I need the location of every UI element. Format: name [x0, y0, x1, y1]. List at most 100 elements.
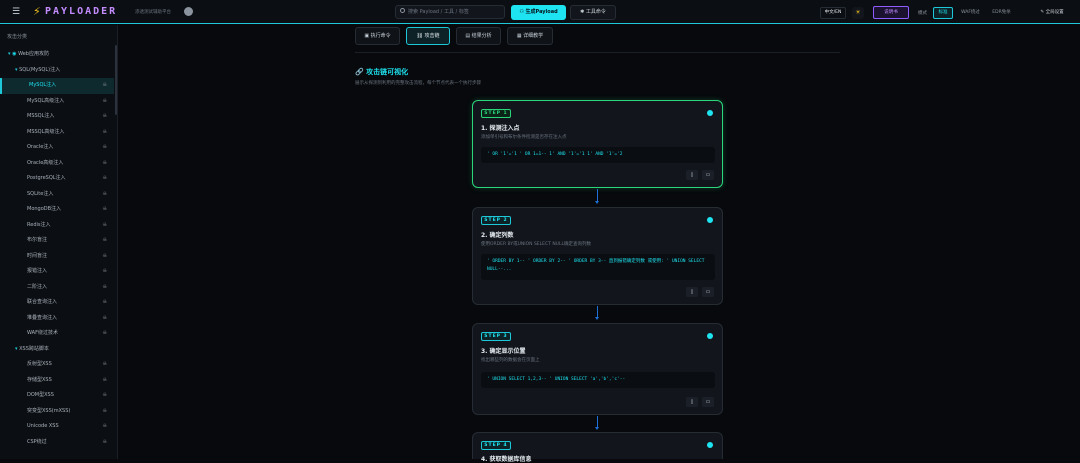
sidebar-item-label: Redis注入	[27, 221, 51, 228]
step-card-4[interactable]: STEP 4 4. 获取数据库信息	[472, 432, 723, 463]
manual-badge[interactable]: 说明书	[873, 6, 909, 19]
skull-icon: ☠	[102, 128, 107, 135]
save-icon[interactable]: ▭	[702, 287, 714, 297]
sidebar-item[interactable]: 堆叠查询注入 ☠	[0, 311, 114, 327]
sidebar-item[interactable]: 二阶注入 ☠	[0, 280, 114, 296]
sidebar-item-label: MSSQL注入	[27, 113, 55, 119]
tool-commands-label: 工具命令	[585, 9, 606, 15]
sidebar-item-label: SQLite注入	[27, 190, 54, 197]
sidebar-item-label: 二阶注入	[27, 283, 48, 290]
step-status-icon	[707, 217, 713, 223]
sidebar-scrollbar[interactable]	[115, 45, 117, 115]
sidebar-item[interactable]: PostgreSQL注入 ☠	[0, 171, 114, 187]
sidebar-item-label: MySQL注入	[29, 82, 57, 88]
step-code[interactable]: ' ORDER BY 1-- ' ORDER BY 2-- ' ORDER BY…	[481, 254, 715, 280]
sidebar-item[interactable]: ▾ ◉ Web应用攻防	[0, 47, 114, 63]
mode-edr[interactable]: EDR免杀	[988, 7, 1015, 19]
sidebar-heading: 攻击分类	[7, 34, 28, 40]
sidebar-item-label: 存储型XSS	[27, 376, 52, 383]
tab-execute-label: 执行命令	[370, 33, 391, 39]
sidebar-item-label: 布尔盲注	[27, 237, 48, 243]
step-card-2[interactable]: STEP 2 2. 确定列数 使用ORDER BY或UNION SELECT N…	[472, 207, 723, 305]
skull-icon: ☠	[102, 438, 107, 445]
sidebar-item[interactable]: Oracle注入 ☠	[0, 140, 114, 156]
sidebar-item-label: Oracle高级注入	[27, 159, 64, 166]
skull-icon: ☠	[102, 407, 107, 414]
top-bar: ☰ ⚡ PAYLOADER 渗透测试辅助平台 搜索 Payload / 工具 /…	[0, 0, 1080, 24]
sidebar-item[interactable]: Oracle高级注入 ☠	[0, 156, 114, 172]
sidebar-item[interactable]: 时间盲注 ☠	[0, 249, 114, 265]
step-description: 使用ORDER BY或UNION SELECT NULL确定查询列数	[481, 242, 591, 247]
step-card-1[interactable]: STEP 1 1. 探测注入点 添加单引号和布尔条件检测是否存在注入点 ' OR…	[472, 100, 723, 188]
sidebar-item[interactable]: 存储型XSS ☠	[0, 373, 114, 389]
skull-icon: ☠	[102, 190, 107, 197]
copy-icon[interactable]: ▯	[686, 170, 698, 180]
generate-payload-label: 生成Payload	[525, 9, 558, 15]
sidebar-item-label: 反射型XSS	[27, 361, 52, 367]
sidebar-item-label: MSSQL高级注入	[27, 128, 65, 135]
language-toggle[interactable]: 中文/EN	[820, 7, 846, 19]
sidebar-item[interactable]: 联合查询注入 ☠	[0, 295, 114, 311]
mode-standard[interactable]: 标准	[933, 7, 953, 19]
sidebar-item[interactable]: 报错注入 ☠	[0, 264, 114, 280]
tagline: 渗透测试辅助平台	[135, 10, 171, 15]
step-badge: STEP 2	[481, 216, 511, 225]
step-status-icon	[707, 110, 713, 116]
tab-attack-chain[interactable]: ⛓ 攻击链	[406, 27, 450, 45]
sidebar-item[interactable]: Redis注入 ☠	[0, 218, 114, 234]
step-code[interactable]: ' OR '1'='1 ' OR 1=1-- 1' AND '1'='1 1' …	[481, 147, 715, 163]
sidebar-item[interactable]: 反射型XSS ☠	[0, 357, 114, 373]
sidebar-item[interactable]: ▾ XSS跨站脚本	[0, 342, 114, 358]
copy-icon[interactable]: ▯	[686, 397, 698, 407]
github-icon[interactable]	[184, 7, 193, 16]
sidebar-item-label: DOM型XSS	[27, 392, 54, 398]
step-title: 2. 确定列数	[481, 232, 514, 239]
generate-payload-button[interactable]: ⚇ 生成Payload	[511, 5, 566, 20]
step-description: 找出哪些列的数据会在页面上	[481, 358, 540, 363]
sidebar-item[interactable]: 布尔盲注 ☠	[0, 233, 114, 249]
sidebar-item[interactable]: MongoDB注入 ☠	[0, 202, 114, 218]
skull-icon: ☠	[102, 159, 107, 166]
skull-icon: ☠	[102, 314, 107, 321]
save-icon[interactable]: ▭	[702, 397, 714, 407]
sidebar-item[interactable]: CSP绕过 ☠	[0, 435, 114, 451]
link-icon: 🔗	[355, 68, 364, 76]
step-code[interactable]: ' UNION SELECT 1,2,3-- ' UNION SELECT 'a…	[481, 372, 715, 388]
sidebar-item[interactable]: SQLite注入 ☠	[0, 187, 114, 203]
tab-execute[interactable]: ▣ 执行命令	[355, 27, 400, 45]
menu-icon[interactable]: ☰	[10, 7, 22, 17]
copy-icon[interactable]: ▯	[686, 287, 698, 297]
section-title: 🔗 攻击链可视化	[355, 67, 408, 77]
sidebar-item[interactable]: 突变型XSS(mXSS) ☠	[0, 404, 114, 420]
search-input[interactable]: 搜索 Payload / 工具 / 标签	[395, 5, 505, 19]
sidebar-item[interactable]: MySQL高级注入 ☠	[0, 94, 114, 110]
sidebar-item[interactable]: ▾ SQL(MySQL)注入	[0, 63, 114, 79]
sidebar-item[interactable]: DOM型XSS ☠	[0, 388, 114, 404]
chain-arrow-icon	[595, 201, 599, 204]
sidebar-item-label: Oracle注入	[27, 144, 54, 150]
mode-waf[interactable]: WAF绕过	[957, 7, 984, 19]
tab-analysis[interactable]: ▤ 结果分析	[456, 27, 501, 45]
skull-icon: ☠	[102, 361, 107, 367]
step-title: 3. 确定显示位置	[481, 348, 526, 355]
sidebar-item[interactable]: Unicode XSS ☠	[0, 419, 114, 435]
sidebar-item[interactable]: WAF绕过技术 ☠	[0, 326, 114, 342]
theme-toggle-icon[interactable]: ☀	[852, 7, 864, 19]
skull-icon: ☠	[102, 376, 107, 383]
sidebar-item-label: Web应用攻防	[18, 51, 49, 57]
sidebar-item-label: CSP绕过	[27, 438, 47, 445]
sidebar-item[interactable]: MSSQL注入 ☠	[0, 109, 114, 125]
save-icon[interactable]: ▭	[702, 170, 714, 180]
skull-icon: ☠	[102, 144, 107, 150]
sidebar-item-label: PostgreSQL注入	[27, 175, 66, 181]
global-settings-button[interactable]: ✎ 全局设置	[1032, 7, 1072, 19]
tool-commands-button[interactable]: ✱ 工具命令	[570, 5, 616, 20]
chain-arrow-icon	[595, 317, 599, 320]
tab-tutorial[interactable]: ▦ 详细教学	[507, 27, 553, 45]
step-status-icon	[707, 333, 713, 339]
tab-analysis-icon: ▤	[465, 33, 471, 39]
step-card-3[interactable]: STEP 3 3. 确定显示位置 找出哪些列的数据会在页面上 ' UNION S…	[472, 323, 723, 415]
sidebar-item[interactable]: MySQL注入 ☠	[0, 78, 114, 94]
step-badge: STEP 4	[481, 441, 511, 450]
sidebar-item[interactable]: MSSQL高级注入 ☠	[0, 125, 114, 141]
